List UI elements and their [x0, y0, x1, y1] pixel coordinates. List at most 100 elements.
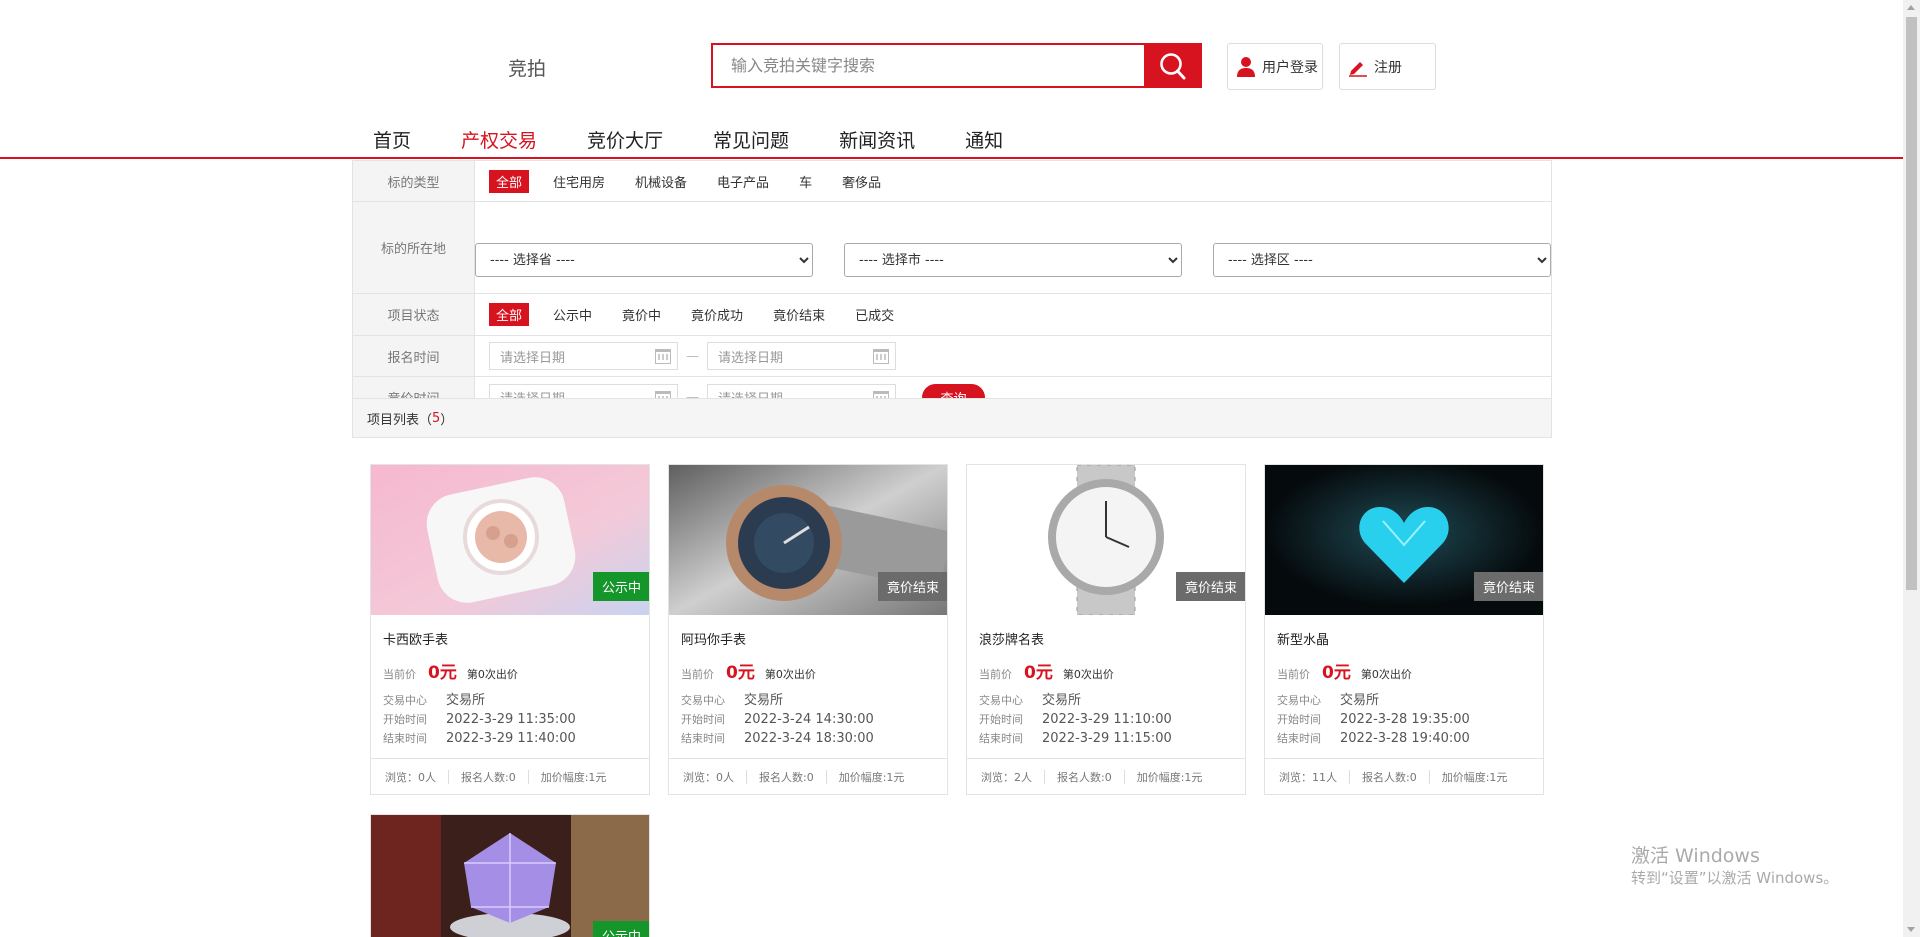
calendar-icon — [873, 349, 889, 364]
scroll-up-icon[interactable] — [1907, 5, 1915, 10]
signup-count: 报名人数:0 — [461, 770, 516, 784]
status-chip-dealt[interactable]: 已成交 — [849, 303, 900, 326]
nav-news[interactable]: 新闻资讯 — [839, 126, 915, 153]
list-title-close: ） — [440, 412, 454, 428]
auction-card[interactable]: 竟价结束 新型水晶 当前价 0元 第0次出价 交易中心 交易所 开始时间 2022-… — [1264, 464, 1544, 795]
info-start: 开始时间 2022-3-28 19:35:00 — [1277, 710, 1531, 729]
divider — [527, 769, 529, 784]
date-placeholder: 请选择日期 — [718, 350, 784, 366]
status-options: 全部 公示中 竟价中 竟价成功 竟价结束 已成交 — [475, 294, 1551, 335]
page: 竞拍 用户登录 注册 首页 产权交易 竞价大厅 常见问题 新闻资讯 通知 — [0, 0, 1920, 937]
product-image-crystal-purple[interactable]: 公示中 — [371, 815, 649, 937]
auction-card[interactable]: 竟价结束 浪莎牌名表 当前价 0元 第0次出价 交易中心 交易所 开始时间 2022… — [966, 464, 1246, 795]
type-chip-residential[interactable]: 住宅用房 — [547, 170, 611, 193]
type-chip-all[interactable]: 全部 — [489, 169, 530, 193]
status-chip-success[interactable]: 竟价成功 — [685, 303, 749, 326]
product-image-watch-silver[interactable]: 竟价结束 — [967, 465, 1245, 615]
info-key: 交易中心 — [383, 694, 427, 707]
type-chip-car[interactable]: 车 — [793, 170, 818, 193]
nav-notice[interactable]: 通知 — [965, 126, 1003, 153]
filter-row-status: 项目状态 全部 公示中 竟价中 竟价成功 竟价结束 已成交 — [353, 293, 1551, 335]
nav-property-trade[interactable]: 产权交易 — [461, 126, 537, 153]
search-input[interactable] — [713, 45, 1144, 86]
current-price: 0元 — [428, 663, 457, 683]
bid-count: 第0次出价 — [466, 668, 518, 681]
status-chip-bidding[interactable]: 竟价中 — [616, 303, 667, 326]
type-chip-luxury[interactable]: 奢侈品 — [836, 170, 887, 193]
auction-card[interactable]: 竟价结束 阿玛你手表 当前价 0元 第0次出价 交易中心 交易所 开始时间 2022… — [668, 464, 948, 795]
city-select[interactable]: ---- 选择市 ---- — [844, 243, 1182, 277]
range-dash: — — [686, 348, 699, 364]
price-line: 当前价 0元 第0次出价 — [383, 658, 637, 683]
price-line: 当前价 0元 第0次出价 — [1277, 658, 1531, 683]
price-label: 当前价 — [681, 668, 714, 681]
login-button[interactable]: 用户登录 — [1227, 43, 1323, 90]
province-select[interactable]: ---- 选择省 ---- — [475, 243, 813, 277]
product-image-watch-steel[interactable]: 竟价结束 — [669, 465, 947, 615]
info-end: 结束时间 2022-3-24 18:30:00 — [681, 729, 935, 748]
windows-activation-title: 激活 Windows — [1631, 845, 1760, 867]
info-key: 交易中心 — [681, 694, 725, 707]
info-value: 2022-3-29 11:40:00 — [446, 731, 576, 746]
filter-label: 项目状态 — [353, 294, 475, 335]
auction-card[interactable]: 公示中 卡西欧手表 当前价 0元 第0次出价 交易中心 交易所 开始时间 2022-… — [370, 464, 650, 795]
bid-increment: 加价幅度:1元 — [838, 770, 905, 784]
type-chip-machinery[interactable]: 机械设备 — [629, 170, 693, 193]
main-nav: 首页 产权交易 竞价大厅 常见问题 新闻资讯 通知 — [373, 126, 1053, 153]
bid-increment: 加价幅度:1元 — [1441, 770, 1508, 784]
info-key: 结束时间 — [979, 732, 1023, 745]
card-footer: 浏览：0人 报名人数:0 加价幅度:1元 — [669, 758, 947, 794]
filter-row-signup-time: 报名时间 请选择日期 — 请选择日期 — [353, 335, 1551, 376]
register-button[interactable]: 注册 — [1339, 43, 1436, 90]
edit-icon — [1349, 61, 1367, 77]
card-body: 阿玛你手表 当前价 0元 第0次出价 交易中心 交易所 开始时间 2022-3-24… — [669, 615, 947, 748]
search-icon — [1160, 52, 1186, 79]
info-value: 交易所 — [744, 693, 784, 708]
filter-label: 标的类型 — [353, 161, 475, 201]
auction-card[interactable]: 公示中 — [370, 814, 650, 937]
card-title[interactable]: 阿玛你手表 — [681, 629, 935, 648]
filter-row-location: 标的所在地 ---- 选择省 ---- ---- 选择市 ---- ---- 选… — [353, 201, 1551, 293]
info-key: 开始时间 — [681, 713, 725, 726]
status-chip-public[interactable]: 公示中 — [547, 303, 598, 326]
info-value: 2022-3-28 19:40:00 — [1340, 731, 1470, 746]
nav-bidding-hall[interactable]: 竞价大厅 — [587, 126, 663, 153]
nav-home[interactable]: 首页 — [373, 126, 411, 153]
district-select[interactable]: ---- 选择区 ---- — [1213, 243, 1551, 277]
signup-start-date[interactable]: 请选择日期 — [489, 342, 678, 370]
site-logo[interactable]: 竞拍 — [508, 54, 546, 81]
search-button[interactable] — [1144, 45, 1200, 86]
status-chip-ended[interactable]: 竟价结束 — [767, 303, 831, 326]
info-key: 开始时间 — [1277, 713, 1321, 726]
card-footer: 浏览：0人 报名人数:0 加价幅度:1元 — [371, 758, 649, 794]
nav-faq[interactable]: 常见问题 — [713, 126, 789, 153]
views-count: 浏览：0人 — [385, 770, 436, 784]
info-key: 开始时间 — [383, 713, 427, 726]
scroll-down-icon[interactable] — [1907, 927, 1915, 932]
price-label: 当前价 — [383, 668, 416, 681]
info-value: 2022-3-24 14:30:00 — [744, 712, 874, 727]
price-line: 当前价 0元 第0次出价 — [979, 658, 1233, 683]
status-chip-all[interactable]: 全部 — [489, 303, 530, 326]
vertical-scrollbar[interactable] — [1903, 0, 1920, 937]
card-title[interactable]: 浪莎牌名表 — [979, 629, 1233, 648]
login-label: 用户登录 — [1262, 59, 1318, 76]
info-value: 2022-3-29 11:10:00 — [1042, 712, 1172, 727]
signup-count: 报名人数:0 — [1362, 770, 1417, 784]
scrollbar-thumb[interactable] — [1906, 17, 1917, 590]
status-badge: 公示中 — [592, 572, 649, 601]
list-title: 项目列表（ — [367, 412, 433, 428]
divider — [1349, 769, 1350, 784]
card-title[interactable]: 新型水晶 — [1277, 629, 1531, 648]
type-chip-electronics[interactable]: 电子产品 — [711, 170, 775, 193]
price-line: 当前价 0元 第0次出价 — [681, 658, 935, 683]
bid-count: 第0次出价 — [764, 668, 816, 681]
product-image-watch-pink[interactable]: 公示中 — [371, 465, 649, 615]
card-title[interactable]: 卡西欧手表 — [383, 629, 637, 648]
card-footer: 浏览：11人 报名人数:0 加价幅度:1元 — [1265, 758, 1543, 794]
card-body: 卡西欧手表 当前价 0元 第0次出价 交易中心 交易所 开始时间 2022-3-29… — [371, 615, 649, 748]
signup-end-date[interactable]: 请选择日期 — [707, 342, 896, 370]
status-badge: 竟价结束 — [1175, 572, 1245, 601]
product-image-crystal-heart[interactable]: 竟价结束 — [1265, 465, 1543, 615]
info-center: 交易中心 交易所 — [979, 691, 1233, 710]
